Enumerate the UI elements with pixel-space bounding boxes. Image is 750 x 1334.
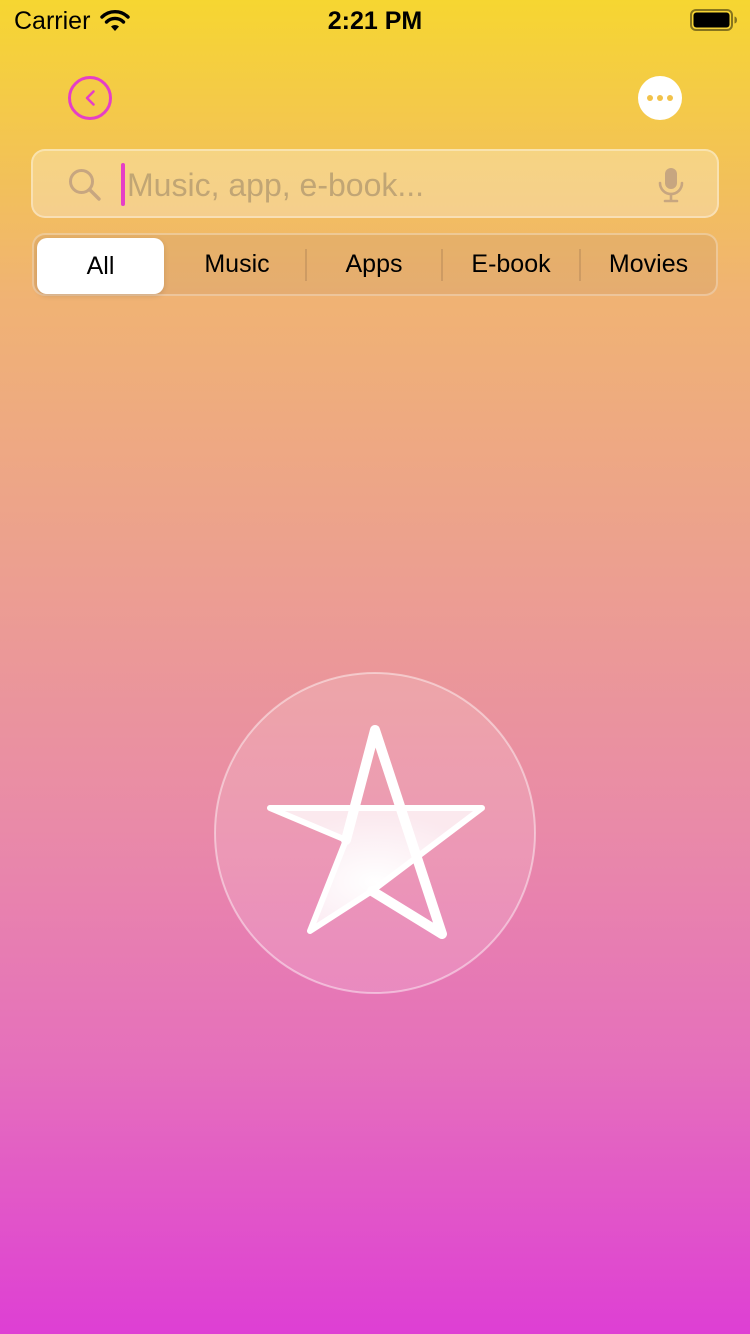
status-bar: Carrier 2:21 PM: [0, 0, 750, 40]
segment-music[interactable]: Music: [169, 235, 305, 294]
segment-all[interactable]: All: [37, 238, 164, 294]
microphone-icon[interactable]: [656, 166, 686, 204]
more-button[interactable]: [638, 76, 682, 120]
search-icon: [69, 169, 101, 201]
search-field[interactable]: Music, app, e-book...: [31, 149, 719, 218]
search-input-placeholder[interactable]: Music, app, e-book...: [127, 165, 424, 205]
chevron-left-icon: [85, 90, 95, 106]
segment-apps[interactable]: Apps: [307, 235, 441, 294]
star-emblem: [214, 672, 536, 994]
battery-icon: [690, 9, 737, 31]
segment-movies[interactable]: Movies: [581, 235, 716, 294]
category-segmented-control: All Music Apps E-book Movies: [32, 233, 718, 296]
text-caret: [121, 163, 125, 206]
clock: 2:21 PM: [327, 7, 423, 35]
segment-ebook[interactable]: E-book: [443, 235, 579, 294]
back-button[interactable]: [68, 76, 112, 120]
